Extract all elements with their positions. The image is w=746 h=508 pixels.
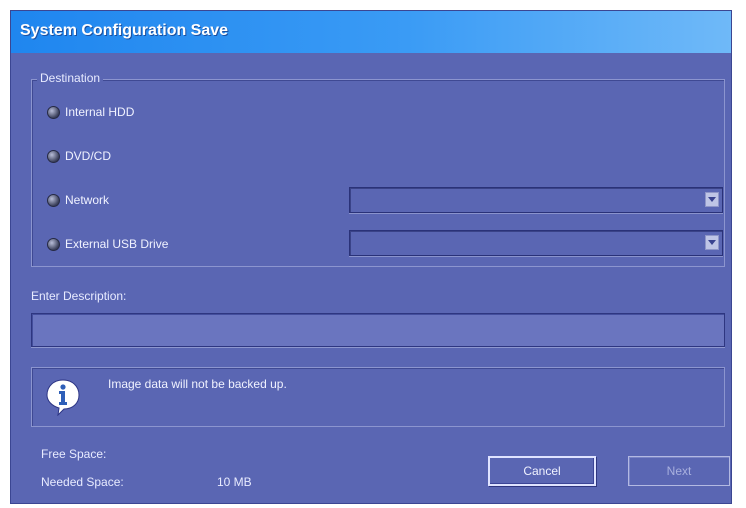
info-icon — [46, 379, 80, 416]
description-label: Enter Description: — [31, 289, 127, 303]
radio-label: Internal HDD — [65, 105, 135, 119]
radio-label: Network — [65, 193, 110, 207]
radio-external-usb[interactable]: External USB Drive — [47, 237, 168, 251]
next-button[interactable]: Next — [628, 456, 730, 486]
usb-select[interactable] — [349, 230, 723, 256]
radio-label: External USB Drive — [65, 237, 169, 251]
network-select[interactable] — [349, 187, 723, 213]
destination-label: Destination — [37, 71, 104, 85]
info-panel: Image data will not be backed up. — [31, 367, 725, 427]
config-save-dialog: System Configuration Save Destination In… — [10, 10, 732, 504]
dialog-title: System Configuration Save — [20, 22, 229, 39]
needed-space-value: 10 MB — [217, 475, 252, 489]
chevron-down-icon[interactable] — [705, 235, 719, 250]
radio-network[interactable]: Network — [47, 193, 109, 207]
radio-internal-hdd[interactable]: Internal HDD — [47, 105, 134, 119]
radio-dvd-cd[interactable]: DVD/CD — [47, 149, 111, 163]
needed-space-label: Needed Space: — [41, 475, 124, 489]
chevron-down-icon[interactable] — [705, 192, 719, 207]
title-bar[interactable]: System Configuration Save — [11, 11, 731, 53]
description-input[interactable] — [31, 313, 725, 347]
radio-label: DVD/CD — [65, 149, 112, 163]
free-space-label: Free Space: — [41, 447, 107, 461]
radio-button-icon[interactable] — [47, 237, 60, 251]
cancel-button[interactable]: Cancel — [488, 456, 596, 486]
radio-button-icon[interactable] — [47, 149, 60, 163]
info-message: Image data will not be backed up. — [108, 377, 287, 391]
radio-button-icon[interactable] — [47, 105, 60, 119]
radio-button-icon[interactable] — [47, 193, 60, 207]
